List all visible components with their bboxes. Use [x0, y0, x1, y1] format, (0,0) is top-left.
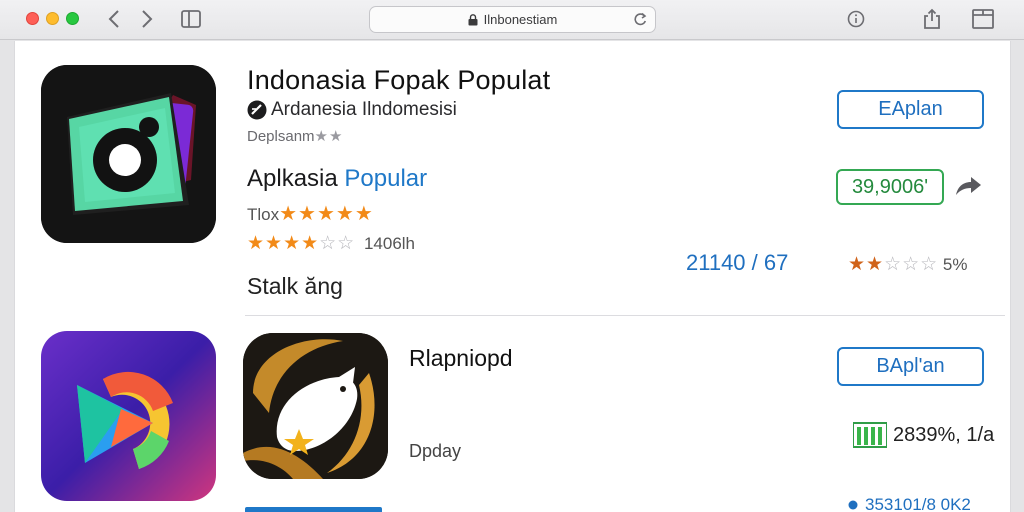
footer-row-2: 353101/8 0K2	[847, 495, 971, 512]
app-icon-camera[interactable]	[41, 65, 216, 243]
tabs-icon[interactable]	[971, 7, 995, 31]
minimize-window-button[interactable]	[46, 12, 59, 25]
bar-chart-icon	[853, 422, 887, 448]
reload-icon[interactable]	[633, 12, 647, 27]
score-stars: ★★☆☆☆	[848, 254, 939, 275]
app-icon-play[interactable]	[41, 331, 216, 501]
score-percent: 5%	[942, 255, 968, 274]
developer-badge-icon	[247, 100, 267, 120]
play-logo-icon	[41, 331, 216, 501]
category-row: Deplsanm★★	[247, 127, 343, 145]
address-text: Ilnbonestiam	[483, 12, 558, 27]
rating-row-1: Tlox★★★★★	[247, 201, 374, 226]
footer-value-2: 353101/8 0K2	[865, 495, 971, 512]
download-stat: 21140 / 67	[686, 250, 789, 275]
share-icon[interactable]	[920, 7, 944, 31]
browser-toolbar: Ilnbonestiam	[0, 0, 1024, 40]
rating-row-2: ★★★★☆☆ 1406lh	[247, 232, 415, 255]
section-title-link[interactable]: Popular	[344, 165, 427, 192]
bird-logo-icon	[243, 333, 388, 479]
address-bar[interactable]: Ilnbonestiam	[369, 6, 656, 33]
rating-stars-5: ★★★★★	[279, 203, 374, 225]
app-store-page: Indonasia Fopak Populat Ardanesia Ilndom…	[14, 41, 1011, 512]
app-icon-bird[interactable]	[243, 333, 388, 479]
zoom-window-button[interactable]	[66, 12, 79, 25]
section-heading: Aplkasia Popular	[247, 165, 427, 193]
divider	[245, 315, 1005, 316]
close-window-button[interactable]	[26, 12, 39, 25]
share-arrow-icon[interactable]	[953, 173, 983, 204]
rating-label: Tlox	[247, 205, 280, 224]
app-title-2[interactable]: Rlapniopd	[409, 345, 513, 372]
section-title-prefix: Aplkasia	[247, 165, 338, 192]
rating-stars-4: ★★★★☆☆	[247, 233, 356, 254]
app-title[interactable]: Indonasia Fopak Populat	[247, 65, 550, 96]
status-label: Stalk ăng	[247, 273, 343, 299]
app-subtitle-2: Dpday	[409, 441, 462, 461]
score-row: ★★☆☆☆ 5%	[848, 253, 968, 276]
pin-icon	[848, 500, 858, 510]
developer-row: Ardanesia Ilndomesisi	[247, 99, 457, 121]
lock-icon	[468, 13, 478, 25]
get-button[interactable]: EAplan	[837, 90, 984, 129]
price-value-2: 2839%, 1/a	[893, 423, 995, 446]
sidebar-icon[interactable]	[180, 7, 202, 31]
category-rating-stars: ★★	[314, 128, 344, 145]
review-count: 1406lh	[363, 234, 416, 253]
price-row-2: 2839%, 1/a	[853, 421, 994, 449]
back-icon[interactable]	[104, 7, 124, 31]
forward-icon[interactable]	[137, 7, 157, 31]
get-button-2[interactable]: BApl'an	[837, 347, 984, 386]
price-button[interactable]: 39,9006'	[836, 169, 944, 205]
next-item-button-peek[interactable]	[245, 507, 382, 512]
info-icon[interactable]	[845, 7, 867, 31]
camera-logo-icon	[41, 65, 216, 243]
category-label: Deplsanm	[247, 128, 315, 145]
developer-name[interactable]: Ardanesia Ilndomesisi	[271, 99, 457, 121]
